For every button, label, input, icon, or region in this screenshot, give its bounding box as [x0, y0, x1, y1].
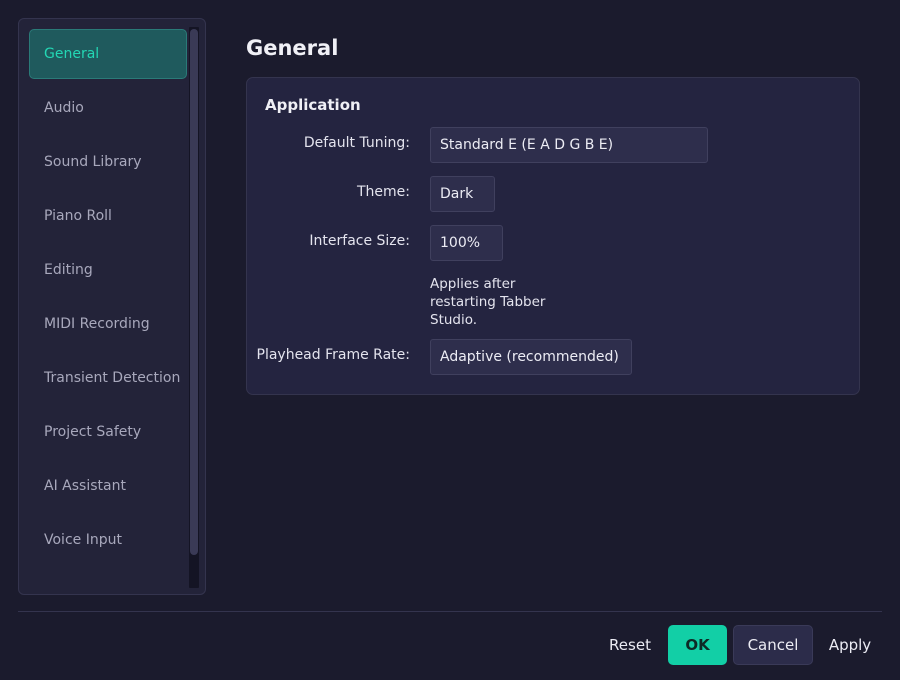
- page-title: General: [246, 36, 339, 60]
- theme-label: Theme:: [356, 184, 410, 200]
- footer-divider: [18, 611, 882, 612]
- sidebar-item-project-safety[interactable]: Project Safety: [29, 407, 187, 457]
- reset-button[interactable]: Reset: [602, 625, 658, 665]
- default-tuning-label: Default Tuning:: [303, 135, 410, 151]
- sidebar-item-transient-detection[interactable]: Transient Detection: [29, 353, 187, 403]
- preferences-window: General Audio Sound Library Piano Roll E…: [0, 0, 900, 680]
- sidebar-item-general[interactable]: General: [29, 29, 187, 79]
- sidebar-item-sound-library[interactable]: Sound Library: [29, 137, 187, 187]
- sidebar-item-audio[interactable]: Audio: [29, 83, 187, 133]
- playhead-frame-rate-select[interactable]: Adaptive (recommended): [430, 339, 632, 375]
- apply-button[interactable]: Apply: [822, 625, 878, 665]
- section-title: Application: [265, 96, 361, 114]
- interface-size-label: Interface Size:: [309, 233, 410, 249]
- sidebar-item-editing[interactable]: Editing: [29, 245, 187, 295]
- theme-select[interactable]: Dark: [430, 176, 495, 212]
- sidebar: General Audio Sound Library Piano Roll E…: [18, 18, 206, 595]
- sidebar-item-piano-roll[interactable]: Piano Roll: [29, 191, 187, 241]
- sidebar-item-midi-recording[interactable]: MIDI Recording: [29, 299, 187, 349]
- interface-size-select[interactable]: 100%: [430, 225, 503, 261]
- cancel-button[interactable]: Cancel: [733, 625, 813, 665]
- application-settings-panel: Application Default Tuning: Standard E (…: [246, 77, 860, 395]
- sidebar-scrollbar[interactable]: [189, 27, 199, 588]
- default-tuning-select[interactable]: Standard E (E A D G B E): [430, 127, 708, 163]
- interface-size-hint: Applies after restarting Tabber Studio.: [430, 276, 546, 328]
- sidebar-scrollbar-thumb[interactable]: [190, 29, 198, 555]
- playhead-frame-rate-label: Playhead Frame Rate:: [256, 347, 411, 363]
- sidebar-item-ai-assistant[interactable]: AI Assistant: [29, 461, 187, 511]
- sidebar-nav-list: General Audio Sound Library Piano Roll E…: [29, 29, 187, 569]
- sidebar-item-voice-input[interactable]: Voice Input: [29, 515, 187, 565]
- ok-button[interactable]: OK: [668, 625, 727, 665]
